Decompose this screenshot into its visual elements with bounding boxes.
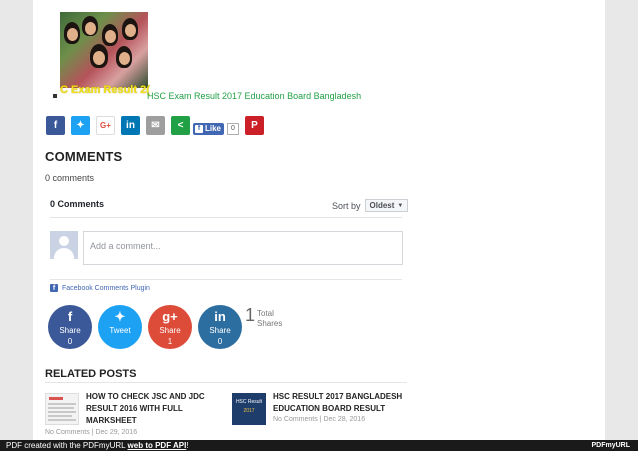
sort-select[interactable]: Oldest ▼: [364, 199, 409, 212]
share-circle-count: 0: [217, 337, 223, 346]
linkedin-icon: in: [126, 120, 135, 131]
total-shares-number: 1: [245, 305, 256, 325]
fb-comments-count: 0 Comments: [50, 199, 105, 209]
related-post-thumbnail[interactable]: HSC Result 2017: [232, 393, 266, 425]
sort-label: Sort by: [332, 200, 361, 211]
total-label-line: Shares: [257, 319, 283, 328]
comment-input[interactable]: Add a comment...: [83, 231, 403, 265]
plugin-label: Facebook Comments Plugin: [62, 284, 150, 292]
thumbnail-year: 2017: [243, 408, 255, 414]
share-circle-label: Share: [159, 326, 181, 335]
divider: [50, 279, 402, 280]
facebook-icon: f: [53, 120, 58, 131]
avatar: [50, 231, 78, 259]
total-shares-label: Total Shares: [257, 309, 282, 329]
twitter-share-circle[interactable]: ✦ Tweet: [98, 305, 142, 349]
email-share-button[interactable]: ✉: [146, 116, 165, 135]
share-circle-label: Share: [59, 326, 81, 335]
related-title-line: HOW TO CHECK JSC AND JDC: [86, 392, 205, 401]
like-count: 0: [227, 122, 239, 135]
footer-brand-logo: PDFmyURL: [591, 442, 630, 449]
footer-text: PDF created with the PDFmyURL: [6, 441, 126, 450]
linkedin-icon: in: [214, 309, 226, 324]
facebook-icon: f: [67, 309, 73, 324]
generic-share-button[interactable]: <: [171, 116, 190, 135]
facebook-icon: f: [195, 124, 203, 133]
share-circle-count: 0: [67, 337, 73, 346]
share-circle-label: Share: [209, 326, 231, 335]
share-circle-label: Tweet: [109, 326, 131, 335]
linkedin-share-circle[interactable]: in Share 0: [198, 305, 242, 349]
share-circle-count: 1: [167, 337, 173, 346]
related-post-meta: No Comments | Dec 28, 2016: [273, 416, 366, 423]
related-title-line: HSC RESULT 2017 BANGLADESH: [273, 392, 403, 401]
facebook-icon: f: [50, 284, 58, 292]
google-plus-icon: G+: [100, 121, 111, 130]
facebook-comments-plugin-link[interactable]: f Facebook Comments Plugin: [50, 284, 150, 292]
twitter-share-button[interactable]: ✦: [71, 116, 90, 135]
facebook-like-widget: f Like 0: [193, 122, 239, 135]
comments-count: 0 comments: [45, 173, 95, 183]
divider: [50, 217, 402, 218]
linkedin-share-button[interactable]: in: [121, 116, 140, 135]
caret-down-icon: ▼: [397, 202, 404, 209]
facebook-share-button[interactable]: f: [46, 116, 65, 135]
thumbnail-caption: C Exam Result 2(: [60, 84, 150, 96]
pinterest-share-button[interactable]: P: [245, 116, 264, 135]
google-plus-icon: g+: [162, 309, 178, 324]
thumbnail-text: HSC Result: [235, 399, 263, 405]
google-plus-share-button[interactable]: G+: [96, 116, 115, 135]
related-posts-heading: RELATED POSTS: [45, 368, 137, 380]
related-post-meta: No Comments | Dec 29, 2016: [45, 429, 138, 436]
email-icon: ✉: [151, 120, 160, 131]
facebook-share-circle[interactable]: f Share 0: [48, 305, 92, 349]
related-post-title[interactable]: HOW TO CHECK JSC AND JDC RESULT 2016 WIT…: [86, 391, 205, 427]
footer-suffix: !: [186, 441, 189, 450]
related-title-line: MARKSHEET: [86, 416, 137, 425]
comments-heading: COMMENTS: [45, 149, 123, 164]
pdf-footer: PDF created with the PDFmyURL web to PDF…: [0, 440, 638, 451]
post-title-link[interactable]: HSC Exam Result 2017 Education Board Ban…: [147, 91, 361, 101]
share-icon: <: [177, 120, 184, 131]
related-title-line: RESULT 2016 WITH FULL: [86, 404, 183, 413]
like-button[interactable]: f Like: [193, 122, 225, 135]
google-plus-share-circle[interactable]: g+ Share 1: [148, 305, 192, 349]
twitter-icon: ✦: [114, 309, 126, 324]
pinterest-icon: P: [251, 120, 258, 131]
twitter-icon: ✦: [76, 120, 85, 131]
like-label: Like: [205, 124, 222, 133]
related-title-line: EDUCATION BOARD RESULT: [273, 404, 386, 413]
post-thumbnail[interactable]: [60, 12, 148, 88]
list-bullet: [53, 94, 57, 98]
sort-value: Oldest: [369, 201, 395, 210]
page-content: C Exam Result 2( HSC Exam Result 2017 Ed…: [33, 0, 605, 440]
related-post-thumbnail[interactable]: [45, 393, 79, 425]
footer-link[interactable]: web to PDF API: [128, 441, 187, 450]
sort-control: Sort by Oldest ▼: [332, 199, 409, 212]
divider: [45, 382, 407, 383]
related-post-title[interactable]: HSC RESULT 2017 BANGLADESH EDUCATION BOA…: [273, 391, 402, 415]
total-label-line: Total: [257, 309, 274, 318]
